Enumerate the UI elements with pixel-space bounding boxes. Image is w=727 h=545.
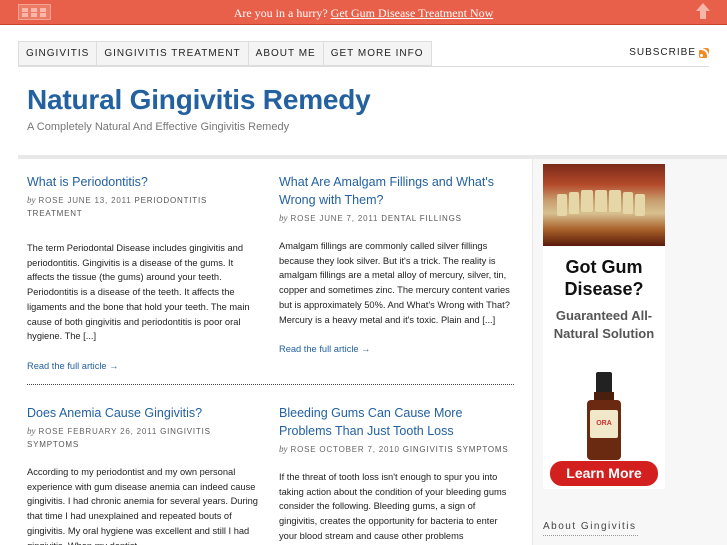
main-nav: GINGIVITIS GINGIVITIS TREATMENT ABOUT ME… bbox=[18, 41, 432, 66]
post-by: by bbox=[27, 426, 36, 436]
nav-divider bbox=[18, 66, 709, 67]
posts-divider bbox=[27, 384, 514, 385]
ad-subline: Guaranteed All-Natural Solution bbox=[553, 308, 655, 341]
read-more-link[interactable]: Read the full article → bbox=[27, 361, 262, 371]
nav-item-gingivitis[interactable]: GINGIVITIS bbox=[19, 42, 98, 65]
sidebar: Got Gum Disease? Guaranteed All-Natural … bbox=[532, 159, 727, 545]
post-title[interactable]: Bleeding Gums Can Cause More Problems Th… bbox=[279, 404, 514, 440]
post-by: by bbox=[27, 195, 36, 205]
rss-icon bbox=[699, 47, 709, 58]
nav-item-get-more-info[interactable]: GET MORE INFO bbox=[324, 42, 431, 65]
post-meta: by ROSE JUNE 13, 2011 PERIODONTITIS TREA… bbox=[27, 194, 262, 220]
post-excerpt: According to my periodontist and my own … bbox=[27, 467, 258, 545]
post-author-date: ROSE JUNE 13, 2011 bbox=[38, 196, 132, 205]
post-by: by bbox=[279, 213, 288, 223]
ad-headline: Got Gum Disease? bbox=[564, 257, 644, 299]
post-category[interactable]: GINGIVITIS SYMPTOMS bbox=[403, 445, 509, 454]
gum-photo bbox=[543, 164, 665, 246]
post-category[interactable]: DENTAL FILLINGS bbox=[381, 214, 461, 223]
post-card: What is Periodontitis? by ROSE JUNE 13, … bbox=[27, 173, 262, 371]
bottle-label: ORA bbox=[590, 410, 618, 438]
post-title[interactable]: What is Periodontitis? bbox=[27, 173, 262, 191]
up-arrow-icon[interactable] bbox=[696, 3, 710, 20]
promo-bar: Are you in a hurry? Get Gum Disease Trea… bbox=[0, 0, 727, 25]
post-title[interactable]: Does Anemia Cause Gingivitis? bbox=[27, 404, 262, 422]
product-bottle: ORA bbox=[587, 372, 621, 462]
sidebar-ad-banner[interactable]: Got Gum Disease? Guaranteed All-Natural … bbox=[543, 164, 665, 489]
learn-more-button[interactable]: Learn More bbox=[550, 461, 658, 486]
post-card: What Are Amalgam Fillings and What's Wro… bbox=[279, 173, 514, 354]
nav-item-gingivitis-treatment[interactable]: GINGIVITIS TREATMENT bbox=[97, 42, 249, 65]
promo-link[interactable]: Get Gum Disease Treatment Now bbox=[331, 6, 494, 20]
post-author-date: ROSE FEBRUARY 26, 2011 bbox=[38, 427, 158, 436]
post-card: Does Anemia Cause Gingivitis? by ROSE FE… bbox=[27, 404, 262, 545]
post-meta: by ROSE FEBRUARY 26, 2011 GINGIVITIS SYM… bbox=[27, 425, 262, 451]
post-excerpt: The term Periodontal Disease includes gi… bbox=[27, 243, 250, 342]
promo-text: Are you in a hurry? bbox=[233, 6, 328, 20]
post-title[interactable]: What Are Amalgam Fillings and What's Wro… bbox=[279, 173, 514, 209]
post-card: Bleeding Gums Can Cause More Problems Th… bbox=[279, 404, 514, 544]
post-excerpt: If the threat of tooth loss isn't enough… bbox=[279, 472, 507, 541]
subscribe-label: SUBSCRIBE bbox=[629, 47, 696, 58]
promo-message: Are you in a hurry? Get Gum Disease Trea… bbox=[0, 6, 727, 21]
site-description: A Completely Natural And Effective Gingi… bbox=[27, 121, 290, 133]
site-title[interactable]: Natural Gingivitis Remedy bbox=[27, 84, 371, 116]
sidebar-widget-title: About Gingivitis bbox=[543, 521, 639, 536]
post-meta: by ROSE OCTOBER 7, 2010 GINGIVITIS SYMPT… bbox=[279, 443, 514, 456]
subscribe-link[interactable]: SUBSCRIBE bbox=[629, 47, 709, 58]
post-excerpt: Amalgam fillings are commonly called sil… bbox=[279, 241, 510, 325]
post-author-date: ROSE JUNE 7, 2011 bbox=[290, 214, 379, 223]
nav-item-about-me[interactable]: ABOUT ME bbox=[249, 42, 324, 65]
read-more-link[interactable]: Read the full article → bbox=[279, 344, 514, 354]
post-author-date: ROSE OCTOBER 7, 2010 bbox=[290, 445, 400, 454]
post-meta: by ROSE JUNE 7, 2011 DENTAL FILLINGS bbox=[279, 212, 514, 225]
post-by: by bbox=[279, 444, 288, 454]
